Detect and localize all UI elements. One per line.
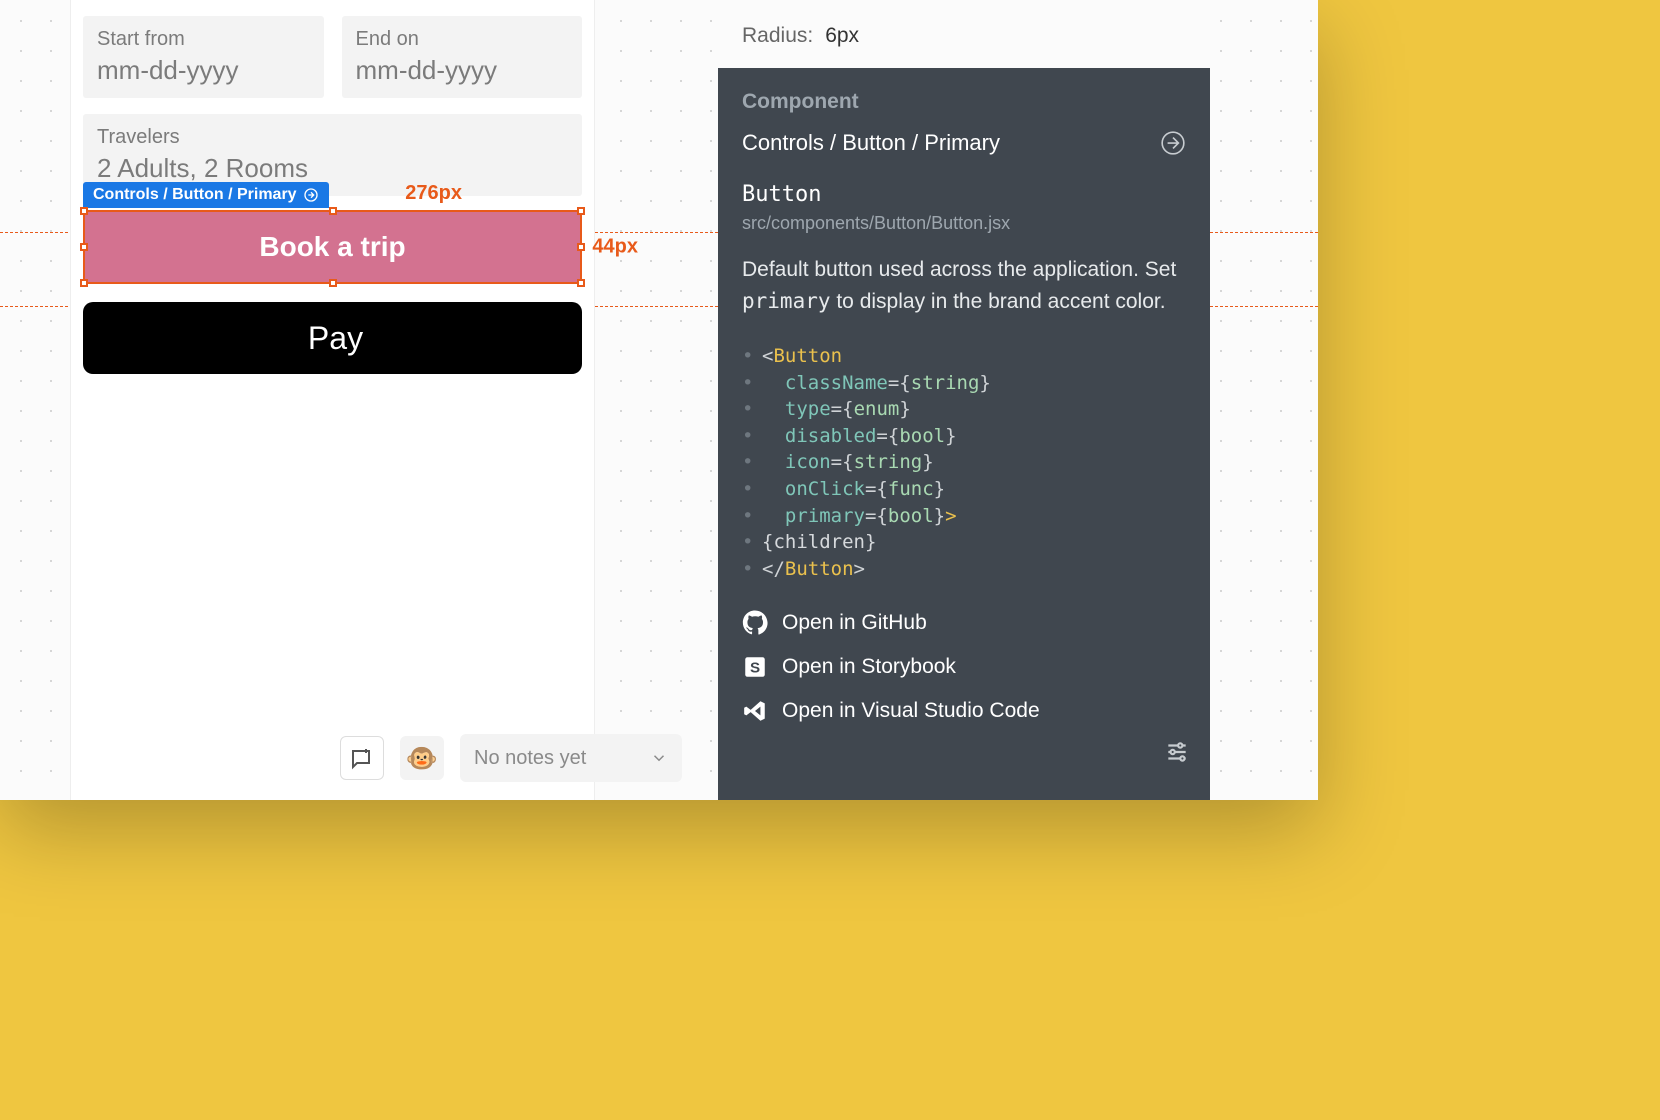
note-add-icon: [350, 746, 374, 770]
notes-dropdown[interactable]: No notes yet: [460, 734, 682, 782]
chevron-down-icon: [650, 749, 668, 767]
component-code-title: Button: [742, 182, 1186, 207]
book-trip-label: Book a trip: [259, 231, 405, 263]
svg-text:S: S: [750, 660, 760, 677]
notes-placeholder: No notes yet: [474, 747, 586, 770]
vscode-icon: [742, 698, 768, 724]
radius-row: Radius: 6px: [718, 0, 1210, 68]
app-window: Start from mm-dd-yyyy End on mm-dd-yyyy …: [0, 0, 1318, 800]
date-row: Start from mm-dd-yyyy End on mm-dd-yyyy: [71, 0, 594, 98]
component-path: Controls / Button / Primary: [742, 130, 1000, 156]
code-snippet: •<Button • className={string} • type={en…: [742, 343, 1186, 582]
resize-handle-bm[interactable]: [329, 279, 337, 287]
apple-pay-button[interactable]: Pay: [83, 302, 582, 374]
component-panel-body: Component Controls / Button / Primary Bu…: [718, 68, 1210, 800]
inspector-panel: Radius: 6px Component Controls / Button …: [718, 0, 1210, 800]
github-label: Open in GitHub: [782, 611, 927, 635]
resize-handle-ml[interactable]: [80, 243, 88, 251]
panel-settings-button[interactable]: [1164, 739, 1190, 770]
resize-handle-tm[interactable]: [329, 207, 337, 215]
radius-label: Radius:: [742, 24, 813, 48]
selected-element[interactable]: Controls / Button / Primary 276px 44px B…: [83, 210, 582, 284]
end-date-field[interactable]: End on mm-dd-yyyy: [342, 16, 583, 98]
resize-handle-mr[interactable]: [577, 243, 585, 251]
selection-badge-label: Controls / Button / Primary: [93, 186, 297, 204]
arrow-circle-right-icon: [303, 187, 319, 203]
start-label: Start from: [97, 28, 310, 51]
start-placeholder: mm-dd-yyyy: [97, 55, 310, 86]
resize-handle-bl[interactable]: [80, 279, 88, 287]
avatar[interactable]: 🐵: [400, 736, 444, 780]
github-icon: [742, 610, 768, 636]
resize-handle-tr[interactable]: [577, 207, 585, 215]
component-path-row[interactable]: Controls / Button / Primary: [742, 130, 1186, 156]
end-placeholder: mm-dd-yyyy: [356, 55, 569, 86]
start-date-field[interactable]: Start from mm-dd-yyyy: [83, 16, 324, 98]
width-dimension: 276px: [405, 182, 462, 205]
open-github-link[interactable]: Open in GitHub: [742, 610, 1186, 636]
storybook-icon: S: [742, 654, 768, 680]
add-note-button[interactable]: [340, 736, 384, 780]
section-heading: Component: [742, 90, 1186, 114]
open-storybook-link[interactable]: S Open in Storybook: [742, 654, 1186, 680]
travelers-value: 2 Adults, 2 Rooms: [97, 153, 568, 184]
storybook-label: Open in Storybook: [782, 655, 956, 679]
book-trip-button[interactable]: Book a trip: [83, 210, 582, 284]
radius-value[interactable]: 6px: [825, 24, 859, 48]
external-links: Open in GitHub S Open in Storybook Open …: [742, 610, 1186, 724]
notes-toolbar: 🐵 No notes yet: [340, 734, 682, 782]
end-label: End on: [356, 28, 569, 51]
resize-handle-br[interactable]: [577, 279, 585, 287]
selection-badge[interactable]: Controls / Button / Primary: [83, 182, 329, 208]
resize-handle-tl[interactable]: [80, 207, 88, 215]
height-dimension: 44px: [592, 236, 638, 259]
sliders-icon: [1164, 739, 1190, 765]
component-description: Default button used across the applicati…: [742, 254, 1186, 317]
component-frame: Start from mm-dd-yyyy End on mm-dd-yyyy …: [70, 0, 595, 800]
travelers-label: Travelers: [97, 126, 568, 149]
component-file-path: src/components/Button/Button.jsx: [742, 213, 1186, 234]
apple-pay-label: Pay: [308, 320, 363, 357]
arrow-circle-right-icon: [1160, 130, 1186, 156]
open-vscode-link[interactable]: Open in Visual Studio Code: [742, 698, 1186, 724]
vscode-label: Open in Visual Studio Code: [782, 699, 1040, 723]
